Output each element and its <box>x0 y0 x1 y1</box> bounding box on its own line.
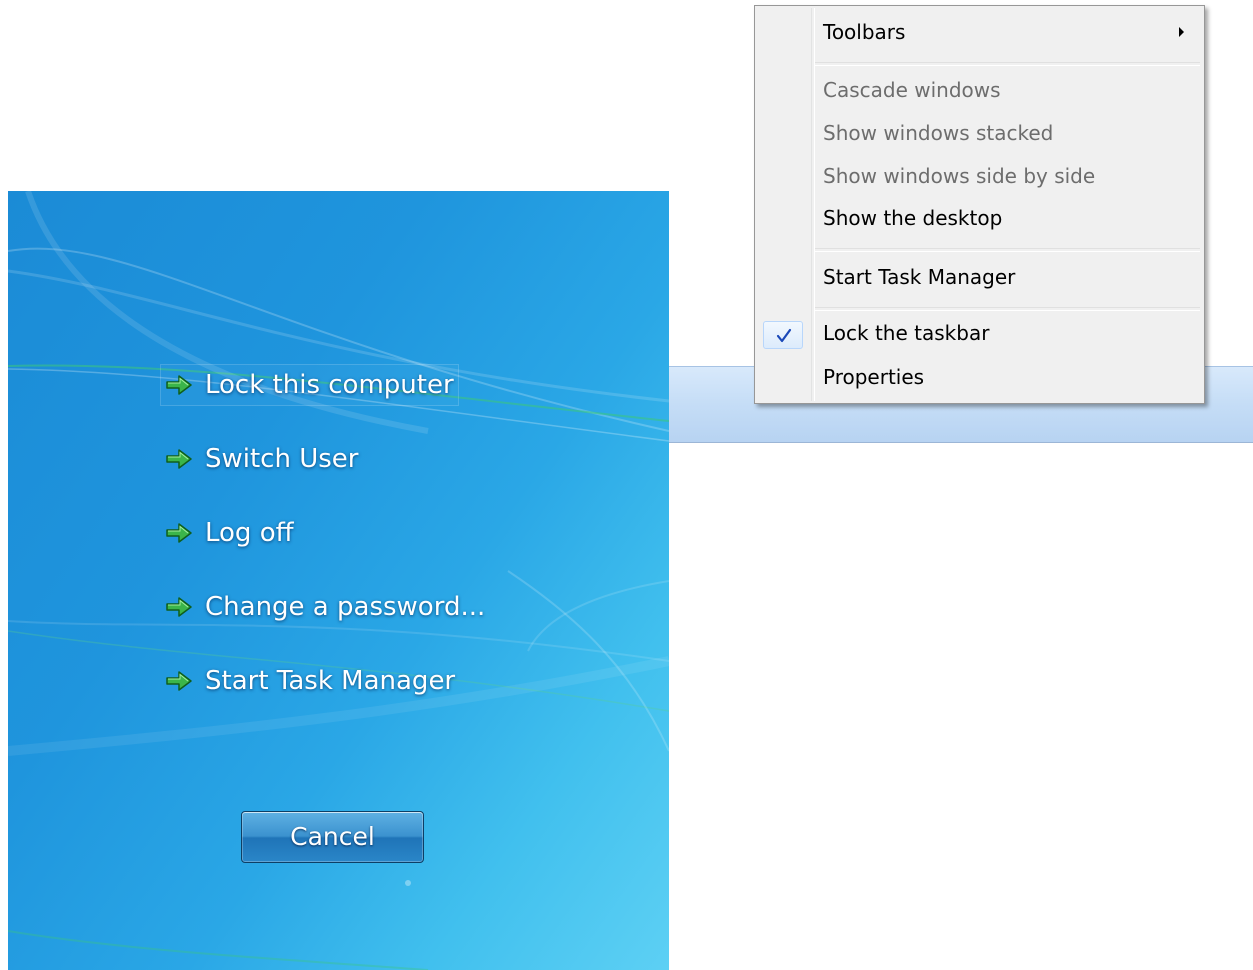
start-task-manager-option[interactable]: Start Task Manager <box>161 661 455 701</box>
menu-separator <box>815 307 1200 311</box>
cancel-button[interactable]: Cancel <box>241 811 424 863</box>
lock-computer-option[interactable]: Lock this computer <box>160 364 459 406</box>
green-arrow-icon <box>166 671 192 691</box>
menu-item-label: Show windows side by side <box>823 164 1096 188</box>
menu-item-show-windows-side-by-side: Show windows side by side <box>757 156 1202 196</box>
menu-item-start-task-manager[interactable]: Start Task Manager <box>757 257 1202 297</box>
change-password-option[interactable]: Change a password... <box>161 587 485 627</box>
switch-user-option[interactable]: Switch User <box>161 439 359 479</box>
green-arrow-icon <box>166 449 192 469</box>
option-label: Change a password... <box>205 592 486 622</box>
menu-item-label: Properties <box>823 365 925 389</box>
menu-item-lock-taskbar[interactable]: Lock the taskbar <box>757 313 1202 353</box>
menu-item-cascade-windows: Cascade windows <box>757 70 1202 110</box>
menu-item-label: Lock the taskbar <box>823 321 990 345</box>
security-options-screen: Lock this computer Switch User Log off C… <box>8 191 669 970</box>
menu-item-label: Start Task Manager <box>823 265 1016 289</box>
option-label: Switch User <box>205 444 359 474</box>
option-label: Log off <box>205 518 294 548</box>
menu-item-show-windows-stacked: Show windows stacked <box>757 113 1202 153</box>
option-label: Lock this computer <box>205 370 454 400</box>
menu-item-label: Show the desktop <box>823 206 1003 230</box>
light-sparkle <box>405 880 411 886</box>
green-arrow-icon <box>166 597 192 617</box>
submenu-arrow-icon <box>1179 27 1184 37</box>
green-arrow-icon <box>166 375 192 395</box>
menu-item-label: Cascade windows <box>823 78 1001 102</box>
menu-separator <box>815 62 1200 66</box>
checkmark-icon <box>776 328 792 343</box>
menu-item-properties[interactable]: Properties <box>757 357 1202 397</box>
green-arrow-icon <box>166 523 192 543</box>
menu-item-label: Toolbars <box>823 20 906 44</box>
menu-item-show-desktop[interactable]: Show the desktop <box>757 198 1202 238</box>
menu-item-toolbars[interactable]: Toolbars <box>757 12 1202 52</box>
menu-item-label: Show windows stacked <box>823 121 1054 145</box>
check-indicator <box>763 321 803 349</box>
option-label: Start Task Manager <box>205 666 456 696</box>
taskbar-context-menu: Toolbars Cascade windows Show windows st… <box>754 5 1205 404</box>
log-off-option[interactable]: Log off <box>161 513 294 553</box>
menu-separator <box>815 248 1200 252</box>
